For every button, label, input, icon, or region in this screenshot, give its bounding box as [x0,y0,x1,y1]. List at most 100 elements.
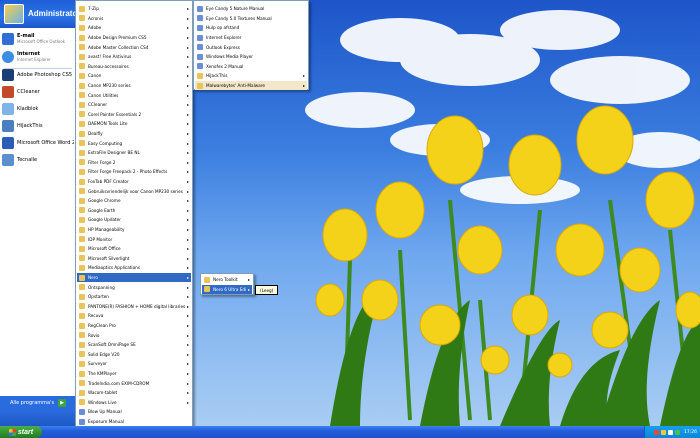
programs-menu-item[interactable]: Google Earth ▸ [77,206,191,216]
nero-submenu-item[interactable]: Nero 6 Ultra Edition▸ [202,284,252,295]
programs-menu-item[interactable]: Microsoft Office ▸ [77,244,191,254]
programs-menu-item[interactable]: Dealfly ▸ [77,129,191,139]
programs-menu-item[interactable]: The KMPlayer ▸ [77,369,191,379]
folder-icon [79,207,85,214]
recent-photoshop[interactable]: Adobe Photoshop CS5 [2,66,74,84]
submenu-arrow-icon: ▸ [186,207,189,213]
submenu-arrow-icon: ▸ [186,361,189,367]
programs-menu-col2-item-label: Outlook Express [206,44,240,50]
programs-menu-col2-item[interactable]: Outlook Express [195,42,307,52]
programs-menu-col2-item-label: Malwarebytes' Anti-Malware [206,83,265,89]
programs-menu-item[interactable]: Gebruiksvriendelijk voor Canon MP230 ser… [77,186,191,196]
network-tray-icon[interactable] [661,429,667,435]
programs-menu-item[interactable]: Bureau-accessoires ▸ [77,62,191,72]
programs-menu-item[interactable]: Opstarten ▸ [77,292,191,302]
submenu-arrow-icon: ▸ [186,255,189,261]
programs-menu-item[interactable]: FoxTab PDF Creator ▸ [77,177,191,187]
folder-icon [79,380,85,387]
program-icon [197,63,203,70]
submenu-arrow-icon: ▸ [186,150,189,156]
programs-menu-item[interactable]: Ontspanning ▸ [77,282,191,292]
programs-menu-item[interactable]: Blow Up Manual [77,407,191,417]
all-programs-label: Alle programma's [9,400,55,406]
programs-menu-item[interactable]: Adobe ▸ [77,23,191,33]
programs-menu-item[interactable]: Exposure Manual [77,417,191,427]
antivirus-tray-icon[interactable] [675,429,681,435]
programs-menu-item[interactable]: ScanSoft OmniPage SE ▸ [77,340,191,350]
programs-menu-item[interactable]: Filter Forge 2 ▸ [77,158,191,168]
submenu-arrow-icon: ▸ [186,159,189,165]
nero-submenu-item[interactable]: Nero Toolkit ▸ [202,275,252,285]
programs-menu-item[interactable]: Microsoft Silverlight ▸ [77,254,191,264]
programs-menu-item-label: TradeIndia.com EXIM-CDROM [88,380,150,386]
programs-menu-item[interactable]: Canon MP230 series ▸ [77,81,191,91]
programs-menu-item[interactable]: HP Manageability ▸ [77,225,191,235]
programs-menu-item[interactable]: Wacom-tablet ▸ [77,388,191,398]
programs-menu-col2-item[interactable]: Xenofex 2 Manual [195,62,307,72]
start-button[interactable]: start [0,426,42,438]
programs-menu-item[interactable]: Solid Edge V20 ▸ [77,350,191,360]
programs-menu-item[interactable]: Rovio ▸ [77,330,191,340]
recent-hijackthis[interactable]: HiJackThis [2,117,74,135]
programs-menu-item[interactable]: Canon ▸ [77,71,191,81]
programs-menu-item[interactable]: Google Chrome ▸ [77,196,191,206]
program-icon [197,53,203,60]
programs-menu-item-label: Windows Live [88,399,117,405]
programs-menu-item[interactable]: Adobe Master Collection CS4 ▸ [77,42,191,52]
programs-menu-item[interactable]: DAEMON Tools Lite ▸ [77,119,191,129]
programs-menu-item[interactable]: avast! Free Antivirus ▸ [77,52,191,62]
programs-menu-col2-item[interactable]: Internet Explorer [195,33,307,43]
programs-menu-item[interactable]: Filter Forge Freepack 2 - Photo Effects ▸ [77,167,191,177]
programs-menu-item[interactable]: Surveyor ▸ [77,359,191,369]
programs-menu-item[interactable]: Adobe Design Premium CS5 ▸ [77,33,191,43]
recent-ccleaner[interactable]: CCleaner [2,83,74,101]
folder-icon [79,274,85,281]
programs-menu-item-label: Adobe [88,25,102,31]
programs-menu-item[interactable]: CCleaner ▸ [77,100,191,110]
programs-menu-column-2: Eye Candy 5 Nature Manual Eye Candy 5.0 T… [193,0,309,91]
programs-menu-item-label: Dealfly [88,131,103,137]
programs-menu-item-label: CCleaner [88,102,108,108]
programs-menu-item[interactable]: IDP Monitor ▸ [77,234,191,244]
programs-menu-item-label: 7-Zip [88,6,99,12]
mail-icon [2,33,14,45]
programs-menu-item[interactable]: Windows Live ▸ [77,398,191,408]
programs-menu-item-label: Google Updater [88,217,121,223]
recent-word[interactable]: Microsoft Office Word 2007 [2,134,74,152]
programs-menu-item[interactable]: ExtraFile Designer BE NL ▸ [77,148,191,158]
programs-menu-item-label: Solid Edge V20 [88,351,120,357]
programs-menu-col2-item[interactable]: Malwarebytes' Anti-Malware ▸ [195,80,307,91]
recent-notepad[interactable]: Kladblok [2,100,74,118]
programs-menu-item[interactable]: Canon Utilities ▸ [77,90,191,100]
programs-menu-item[interactable]: RegClean Pro ▸ [77,321,191,331]
submenu-arrow-icon: ▸ [186,246,189,252]
programs-menu-item[interactable]: PANTONE(R) FASHION + HOME digital librar… [77,302,191,312]
recent-hijackthis-label: HiJackThis [17,123,43,129]
programs-menu-item[interactable]: Recuva ▸ [77,311,191,321]
programs-menu-item[interactable]: Corel Painter Essentials 2 ▸ [77,110,191,120]
pinned-email[interactable]: E-mail Microsoft Office Outlook [2,30,74,48]
programs-menu-col2-item[interactable]: Hulp op afstand [195,23,307,33]
programs-menu-col2-item[interactable]: HiJackThis ▸ [195,71,307,81]
programs-menu-col2-item[interactable]: Windows Media Player [195,52,307,62]
programs-menu-item[interactable]: 7-Zip ▸ [77,4,191,14]
programs-menu-item[interactable]: Google Updater ▸ [77,215,191,225]
programs-menu-item-label: Canon [88,73,102,79]
recent-tecnalle[interactable]: Tecnalle [2,151,74,169]
programs-menu-col2-item[interactable]: Eye Candy 5 Nature Manual [195,4,307,14]
programs-menu-item[interactable]: Nero ▸ [77,272,191,283]
start-menu-header: Administrato [0,0,77,28]
folder-icon [79,24,85,31]
pinned-internet[interactable]: Internet Internet Explorer [2,48,74,66]
folder-icon [79,293,85,300]
folder-icon [79,130,85,137]
programs-menu-item[interactable]: Mediaoptics Applications ▸ [77,263,191,273]
programs-menu-item[interactable]: TradeIndia.com EXIM-CDROM ▸ [77,378,191,388]
security-tray-icon[interactable] [654,429,660,435]
all-programs-button[interactable]: Alle programma's ▶ [0,396,76,410]
programs-menu-col2-item[interactable]: Eye Candy 5.0 Textures Manual [195,14,307,24]
submenu-arrow-icon: ▸ [186,169,189,175]
programs-menu-item[interactable]: Acronis ▸ [77,14,191,24]
volume-tray-icon[interactable] [668,429,674,435]
programs-menu-item[interactable]: Easy Computing ▸ [77,138,191,148]
